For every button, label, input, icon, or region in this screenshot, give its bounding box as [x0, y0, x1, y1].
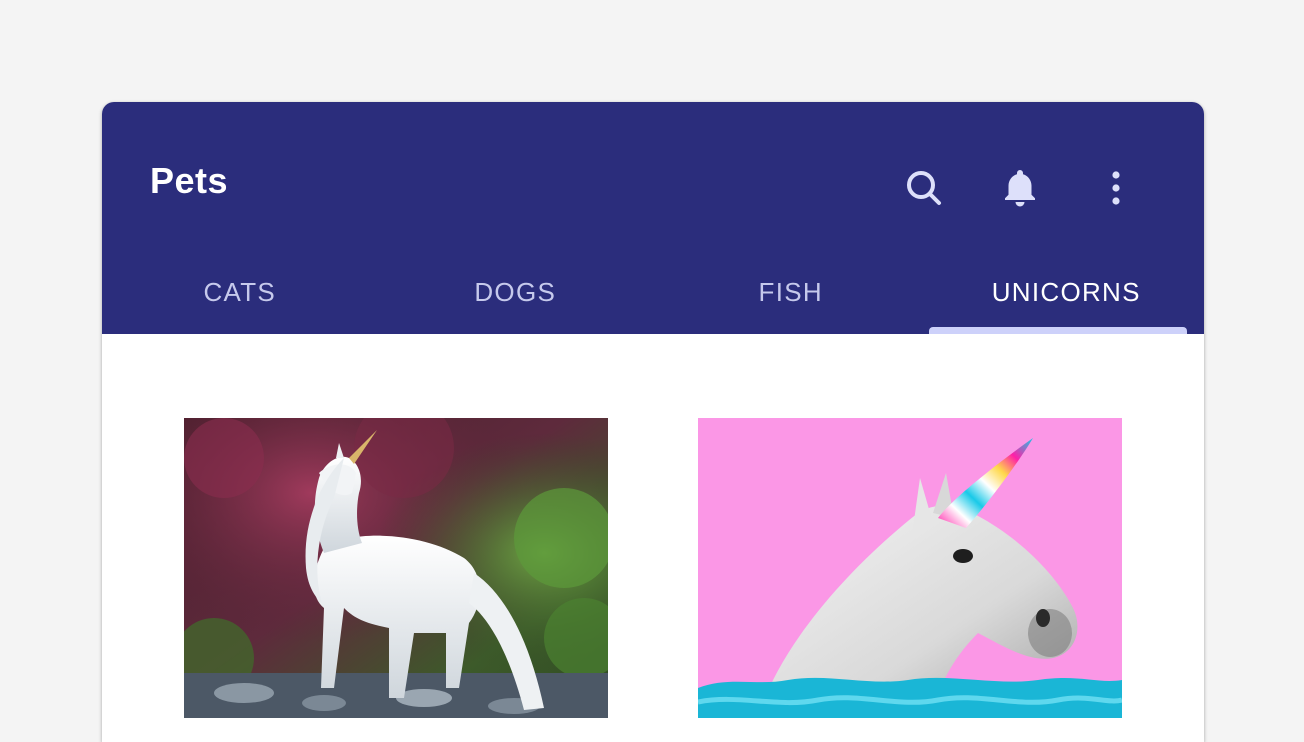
tab-dogs[interactable]: DOGS [378, 262, 654, 334]
app-card: Pets CATS DOGS FISH UNICORNS [102, 102, 1204, 742]
tab-label: DOGS [474, 277, 557, 307]
more-options-button[interactable] [1092, 164, 1140, 212]
active-tab-indicator [928, 327, 1187, 334]
search-button[interactable] [900, 164, 948, 212]
tab-cats[interactable]: CATS [102, 262, 378, 334]
unicorn-pink-photo[interactable] [698, 418, 1122, 718]
tab-label: CATS [203, 277, 277, 307]
tab-label: FISH [758, 277, 823, 307]
unicorn-forest-image [184, 418, 608, 718]
tab-fish[interactable]: FISH [653, 262, 929, 334]
tab-unicorns[interactable]: UNICORNS [928, 262, 1205, 334]
search-icon [904, 168, 944, 208]
content-area [102, 334, 1204, 742]
app-bar: Pets CATS DOGS FISH UNICORNS [102, 102, 1204, 334]
tab-label: UNICORNS [991, 277, 1141, 307]
tab-bar: CATS DOGS FISH UNICORNS [102, 262, 1204, 334]
unicorn-pink-image [698, 418, 1122, 718]
bell-icon [1002, 168, 1038, 208]
more-vert-icon [1110, 170, 1122, 206]
unicorn-forest-photo[interactable] [184, 418, 608, 718]
notifications-button[interactable] [996, 164, 1044, 212]
app-title: Pets [150, 160, 229, 201]
